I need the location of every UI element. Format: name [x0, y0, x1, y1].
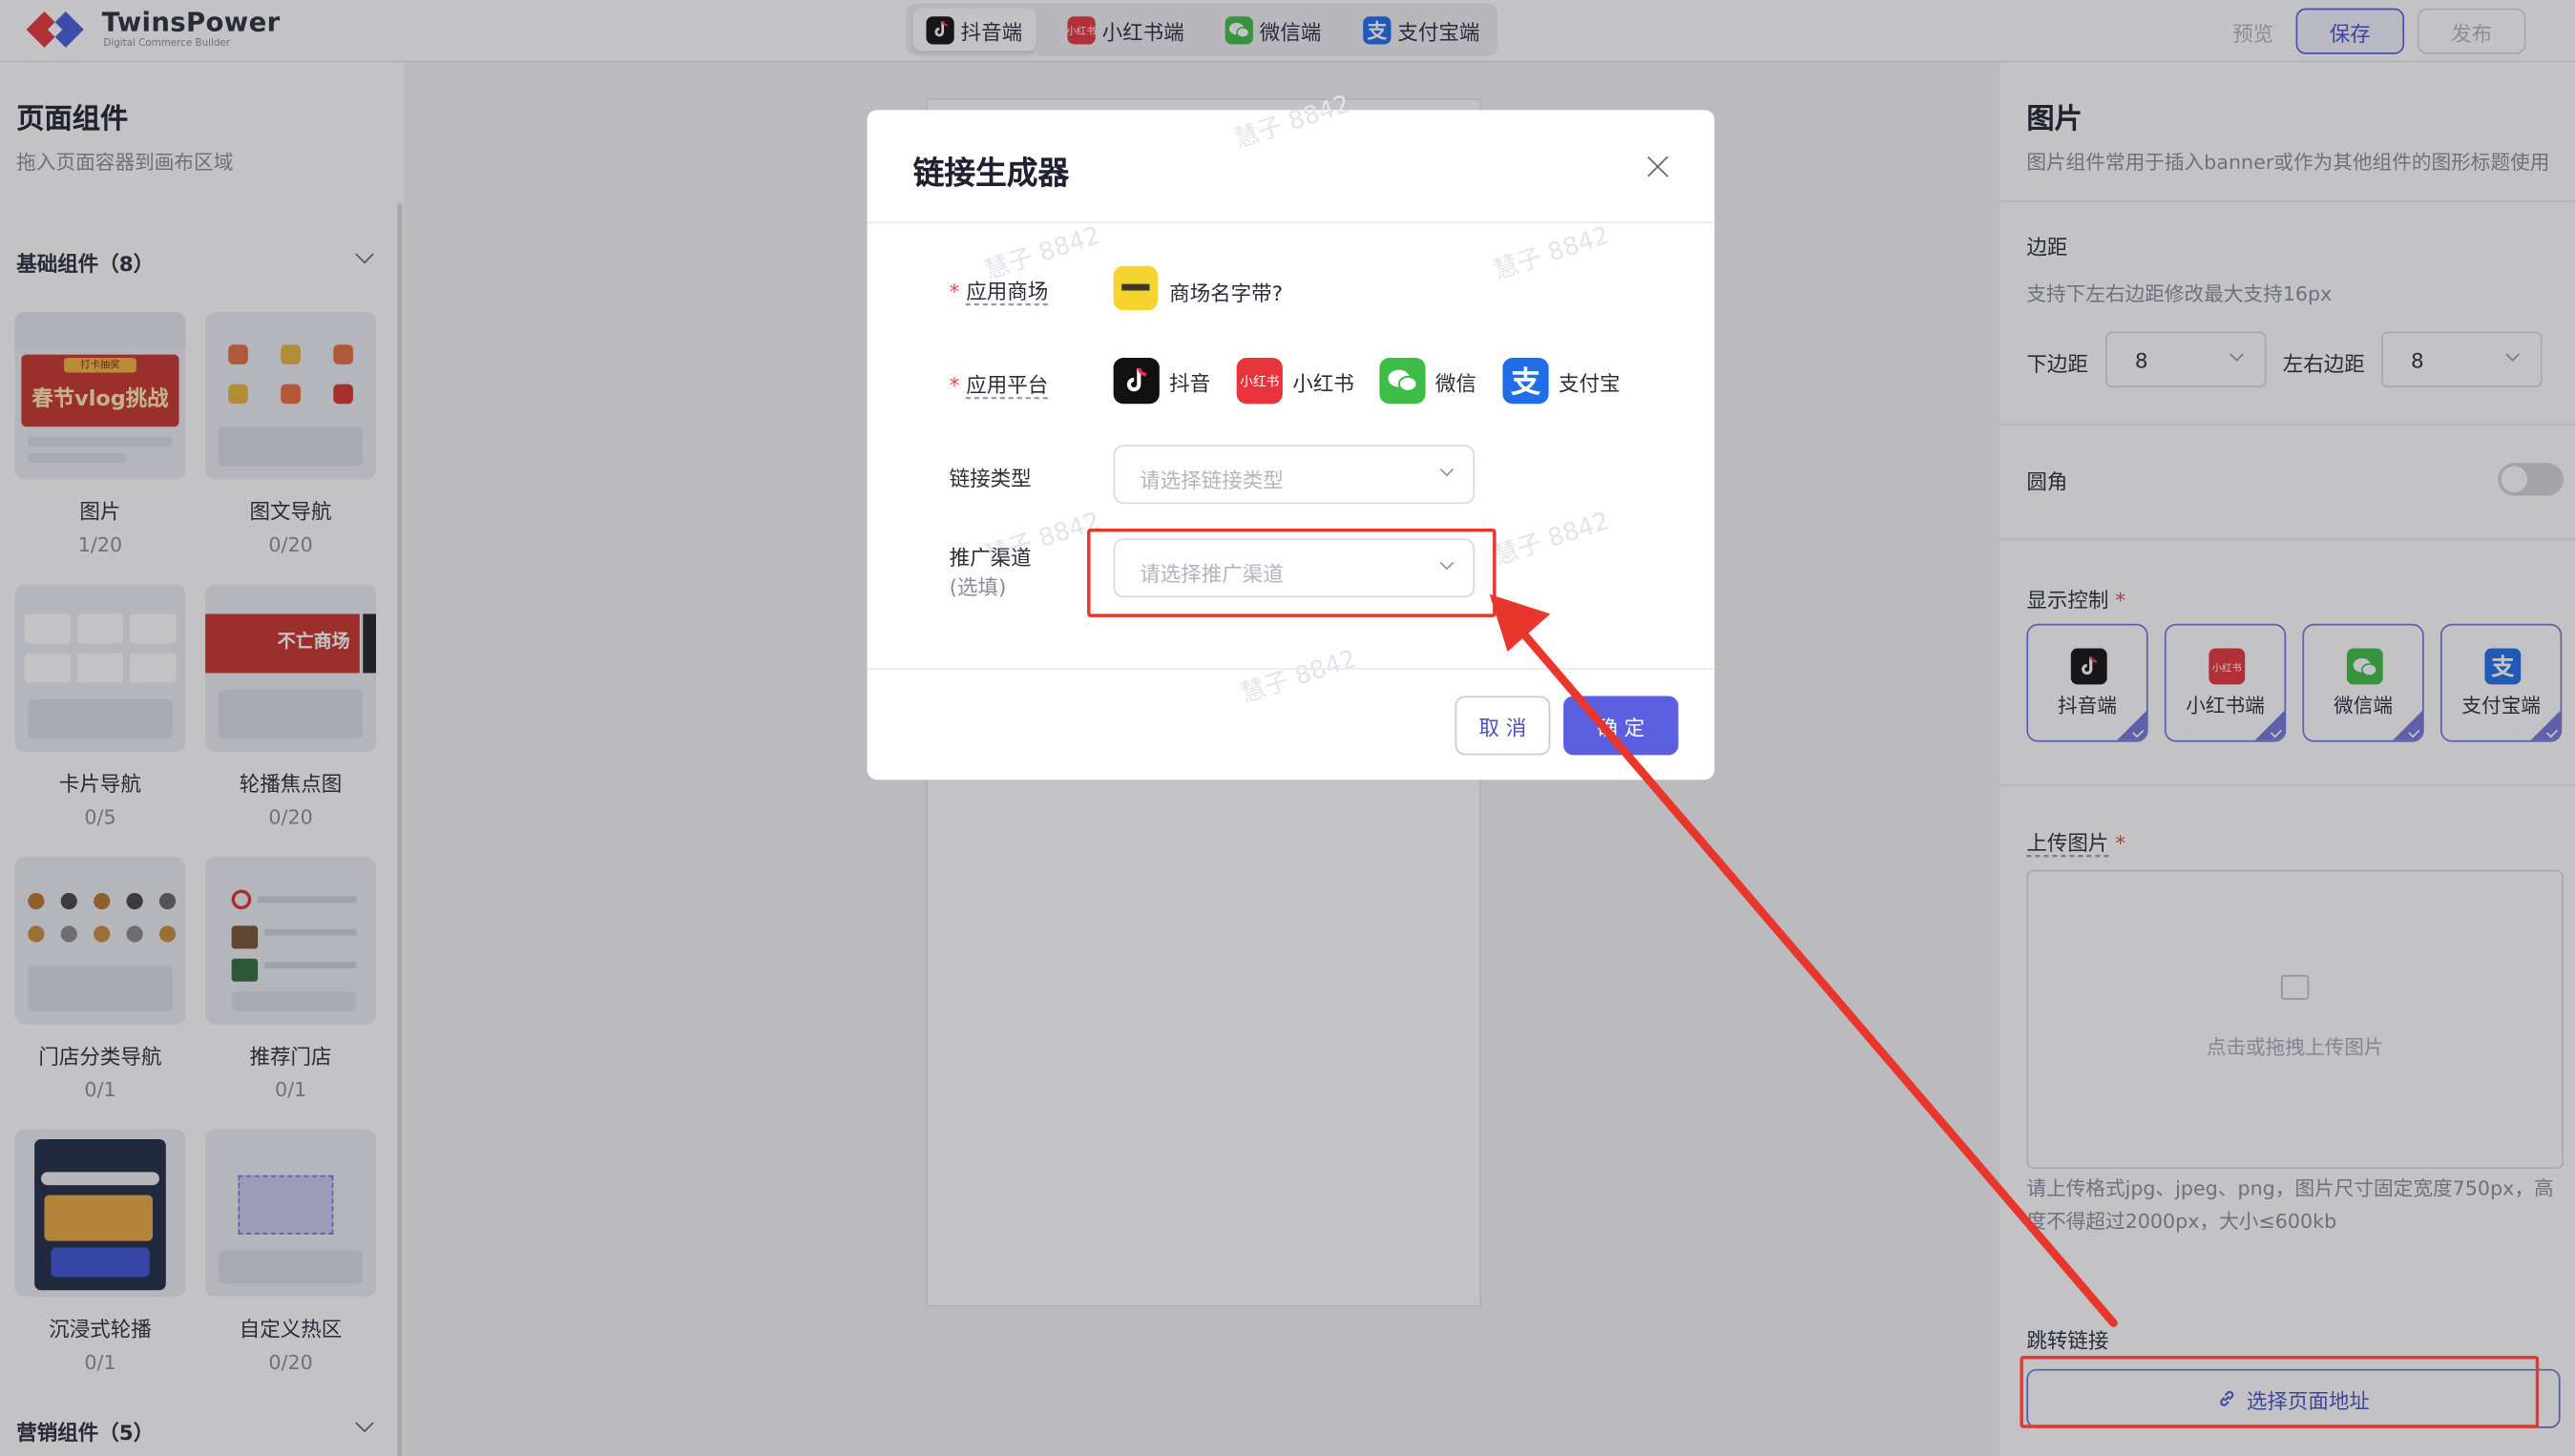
- annotation-arrow: [1489, 593, 2118, 1327]
- builder-app: TwinsPower Digital Commerce Builder 抖音端 …: [0, 0, 2575, 1456]
